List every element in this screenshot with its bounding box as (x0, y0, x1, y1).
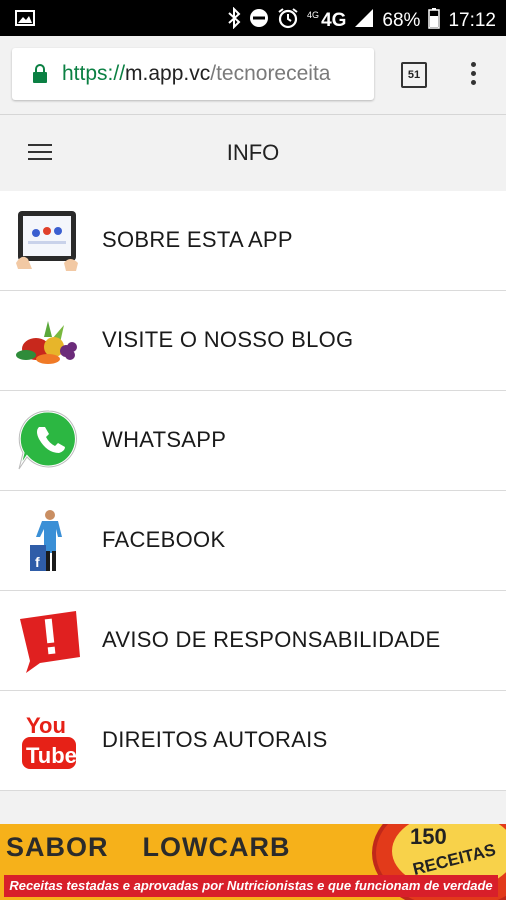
menu-item-label: WHATSAPP (102, 427, 227, 452)
app-header: INFO (0, 115, 506, 191)
battery-percent: 68% (382, 10, 421, 31)
ad-brand-left: SABOR (6, 832, 109, 862)
ad-brand: SABOR LOWCARB (6, 832, 291, 863)
alarm-icon (277, 7, 299, 35)
fruits-icon (14, 309, 84, 373)
menu-item-direitos-autorais[interactable]: You Tube DIREITOS AUTORAIS (0, 691, 506, 791)
menu-item-sobre-esta-app[interactable]: SOBRE ESTA APP (0, 191, 506, 291)
badge-number: 150 (410, 824, 447, 849)
url-path: /tecnoreceita (210, 62, 331, 85)
do-not-disturb-icon (249, 8, 269, 34)
menu-item-label: DIREITOS AUTORAIS (102, 727, 328, 752)
svg-text:f: f (35, 554, 40, 570)
youtube-icon: You Tube (14, 709, 84, 773)
url-text[interactable]: https://m.app.vc/tecnoreceita (62, 62, 367, 86)
image-icon (14, 8, 36, 33)
info-menu-list: SOBRE ESTA APP VISITE O NOSSO BLOG WHATS (0, 191, 506, 791)
tablet-app-icon (14, 209, 84, 273)
menu-item-label: FACEBOOK (102, 527, 226, 552)
svg-text:Tube: Tube (26, 743, 77, 768)
ad-banner[interactable]: SABOR LOWCARB 150 RECEITAS Receitas testa… (0, 824, 506, 900)
warning-icon (14, 609, 84, 673)
address-bar[interactable]: https://m.app.vc/tecnoreceita (12, 48, 374, 100)
clock: 17:12 (448, 10, 496, 31)
network-type-small: 4G (307, 10, 320, 20)
menu-item-label: VISITE O NOSSO BLOG (102, 327, 354, 352)
url-scheme: https:// (62, 62, 126, 85)
signal-icon (354, 8, 374, 34)
url-host: m.app.vc (125, 62, 211, 85)
menu-item-whatsapp[interactable]: WHATSAPP (0, 391, 506, 491)
status-bar: 4G 4G 68% 17:12 (0, 0, 506, 36)
menu-item-label: AVISO DE RESPONSABILIDADE (102, 627, 441, 652)
menu-item-facebook[interactable]: f FACEBOOK (0, 491, 506, 591)
ad-tagline: Receitas testadas e aprovadas por Nutric… (4, 875, 498, 897)
ad-brand-right: LOWCARB (142, 832, 291, 862)
menu-item-label: SOBRE ESTA APP (102, 227, 293, 252)
more-options-icon[interactable] (468, 62, 478, 88)
menu-item-visite-o-nosso-blog[interactable]: VISITE O NOSSO BLOG (0, 291, 506, 391)
bluetooth-icon (227, 6, 241, 35)
svg-text:You: You (26, 713, 66, 738)
network-type: 4G (321, 10, 347, 31)
page-title: INFO (226, 140, 280, 165)
whatsapp-icon (14, 409, 84, 473)
lock-icon (32, 64, 48, 89)
battery-icon (428, 7, 441, 35)
facebook-person-icon: f (14, 509, 84, 573)
browser-toolbar: https://m.app.vc/tecnoreceita 51 (0, 36, 506, 115)
menu-item-aviso-de-responsabilidade[interactable]: AVISO DE RESPONSABILIDADE (0, 591, 506, 691)
tab-switcher-button[interactable]: 51 (401, 62, 427, 88)
